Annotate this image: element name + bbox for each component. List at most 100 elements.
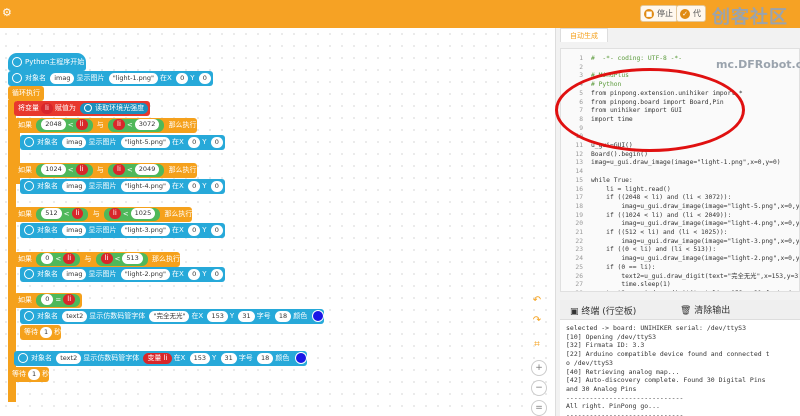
light-sensor-icon (84, 103, 93, 112)
crop-icon[interactable]: ⌗ (530, 338, 544, 352)
line-number: 20 (575, 220, 583, 228)
stop-icon: ■ (644, 9, 654, 19)
terminal-header: ▣ 终端 (行空板) 🗑 清除输出 (560, 300, 800, 320)
show-digit-block[interactable]: 对象名 text2 显示仿数码管字体 "完全无光" 在X 153 Y 31 字号 18 颜… (20, 309, 325, 324)
line-number: 15 (575, 176, 583, 184)
code-text: while True: (591, 176, 633, 184)
code-line: 19 if ((1024 < li) and (li < 2049)): (561, 212, 731, 221)
upload-button[interactable]: ✓ 代 (676, 5, 706, 22)
redo-icon[interactable]: ↷ (530, 314, 544, 328)
terminal-line: [40] Retrieving analog map... (566, 367, 680, 376)
code-text: if ((1024 < li) and (li < 2049)): (591, 211, 732, 219)
block-workspace[interactable]: Python主程序开始 对象名 imag 显示图片 "light-1.png" 在X… (0, 28, 555, 416)
zoom-reset-icon[interactable]: = (531, 400, 547, 416)
dfrobot-logo: 创客社区 (712, 7, 788, 28)
zoom-out-icon[interactable]: − (531, 380, 547, 396)
code-line: 13 imag=u_gui.draw_image(image="light-1.p… (561, 159, 780, 168)
code-line: 16 li = light.read() (561, 185, 670, 195)
code-text: time.sleep(1) (591, 281, 671, 289)
wait-block-1[interactable]: 等待 1 秒 (20, 325, 62, 340)
code-line: 21 if ((512 < li) and (li < 1025)): (561, 229, 727, 238)
terminal-title: ▣ 终端 (行空板) (570, 307, 637, 317)
code-line: 23 if ((0 < li) and (li < 513)): (561, 246, 716, 255)
show-image-block-4[interactable]: 对象名 imag 显示图片 "light-4.png" 在X 0Y 0 (20, 179, 225, 194)
clear-output-button[interactable]: 🗑 清除输出 (680, 303, 730, 316)
code-text: imag=u_gui.draw_image(image="light-4.png… (591, 220, 800, 228)
if-block-2[interactable]: 如果 1024 < li 与 li <2049 那么执行 (14, 163, 197, 178)
line-number: 1 (579, 55, 583, 62)
terminal-line: and 30 Analog Pins (566, 384, 637, 393)
terminal-line: [42] Auto-discovery complete. Found 30 D… (566, 376, 766, 385)
display-icon (24, 311, 34, 321)
display-icon (18, 353, 28, 363)
display-icon (12, 73, 22, 83)
line-number: 18 (575, 202, 583, 210)
show-image-block-2[interactable]: 对象名 imag 显示图片 "light-2.png" 在X 0Y 0 (20, 267, 225, 282)
if-block-3[interactable]: 如果 512 < li 与 li <1025 那么执行 (14, 207, 193, 222)
code-line: 18 imag=u_gui.draw_image(image="light-5.… (561, 202, 800, 212)
code-line: 25 if (0 == li): (561, 264, 655, 273)
line-number: 11 (575, 142, 583, 149)
loop-block[interactable]: 循环执行 (8, 86, 44, 101)
code-line: 27 time.sleep(1) (561, 281, 671, 290)
code-line: 1 # -*- coding: UTF-8 -*- (561, 55, 682, 64)
stop-label: 停止 (657, 9, 673, 18)
zoom-in-icon[interactable]: + (531, 360, 547, 376)
code-line: 12 Board().begin() (561, 150, 647, 160)
upload-icon: ✓ (680, 9, 690, 19)
python-main-hat-block[interactable]: Python主程序开始 (8, 53, 86, 71)
if-block-1[interactable]: 如果 2048 < li 与 li <3072 那么执行 (14, 118, 197, 133)
line-number: 14 (575, 168, 583, 176)
line-number: 25 (575, 263, 583, 271)
code-text: if ((512 < li) and (li < 1025)): (591, 229, 728, 236)
undo-icon[interactable]: ↶ (530, 294, 544, 308)
show-digit-var-block[interactable]: 对象名 text2 显示仿数码管字体 变量 li 在X 153 Y 31 字号 18 颜色 (14, 351, 307, 366)
line-number: 28 (561, 290, 583, 291)
terminal-output[interactable]: selected -> board: UNIHIKER serial: /dev… (560, 320, 800, 416)
wait-block-2[interactable]: 等待 1 秒 (8, 367, 50, 382)
terminal-line: [10] Opening /dev/ttyS3 (566, 332, 657, 341)
code-line: 14 (561, 168, 591, 177)
stop-button[interactable]: ■ 停止 (640, 5, 678, 22)
code-line: 26 text2=u_gui.draw_digit(text="完全无光",x=… (561, 272, 799, 282)
show-image-block-3[interactable]: 对象名 imag 显示图片 "light-3.png" 在X 0Y 0 (20, 223, 225, 238)
show-image-block-5[interactable]: 对象名 imag 显示图片 "light-5.png" 在X 0Y 0 (20, 135, 225, 150)
set-variable-block[interactable]: 将变量 li 赋值为 读取环境光强度 (14, 101, 151, 116)
line-number: 16 (575, 185, 583, 193)
code-text: imag=u_gui.draw_image(image="light-3.png… (591, 237, 800, 245)
line-number: 21 (575, 229, 583, 236)
if-block-4[interactable]: 如果 0 < li 与 li <513 那么执行 (14, 252, 181, 267)
red-annotation-ellipse (555, 68, 745, 152)
code-text: imag=u_gui.draw_image(image="light-5.png… (591, 202, 800, 210)
code-line: 22 imag=u_gui.draw_image(image="light-3.… (561, 237, 800, 247)
color-swatch[interactable] (294, 352, 307, 364)
display-icon (24, 225, 34, 235)
terminal-line: [22] Arduino compatible device found and… (566, 350, 770, 359)
code-line: 20 imag=u_gui.draw_image(image="light-4.… (561, 220, 800, 229)
code-text: imag=u_gui.draw_image(image="light-2.png… (591, 255, 800, 263)
code-line: 17 if ((2048 < li) and (li < 3072)): (561, 194, 731, 203)
display-icon (24, 269, 34, 279)
color-swatch[interactable] (312, 310, 325, 322)
terminal-line: All right. PinPong go... (566, 402, 660, 411)
tab-auto-generate[interactable]: 自动生成 (560, 28, 608, 42)
line-number: 26 (575, 272, 583, 280)
line-number: 19 (575, 211, 583, 219)
show-image-block[interactable]: 对象名 imag 显示图片 "light-1.png" 在X 0Y 0 (8, 71, 213, 86)
terminal-icon: ▣ (570, 307, 582, 317)
line-number: 3 (579, 72, 583, 80)
terminal-line: ------------------------------ (566, 393, 684, 402)
code-line: 28 text2=u_gui.draw_digit(text=li,x=153,… (561, 290, 799, 291)
trash-icon: 🗑 (680, 306, 695, 316)
line-number: 12 (575, 150, 583, 158)
line-number: 2 (579, 63, 583, 71)
terminal-line: [32] Firmata ID: 3.3 (566, 341, 645, 350)
line-number: 27 (575, 281, 583, 289)
code-text: if (0 == li): (591, 263, 656, 271)
terminal-line: ------------------------------ (566, 411, 684, 416)
if-block-5[interactable]: 如果 0 = li (14, 293, 83, 308)
menu-icon[interactable]: ⚙ (2, 6, 16, 20)
code-line: 24 imag=u_gui.draw_image(image="light-2.… (561, 255, 800, 264)
terminal-line: o /dev/ttyS3 (566, 358, 613, 367)
code-text: # -*- coding: UTF-8 -*- (591, 55, 682, 62)
